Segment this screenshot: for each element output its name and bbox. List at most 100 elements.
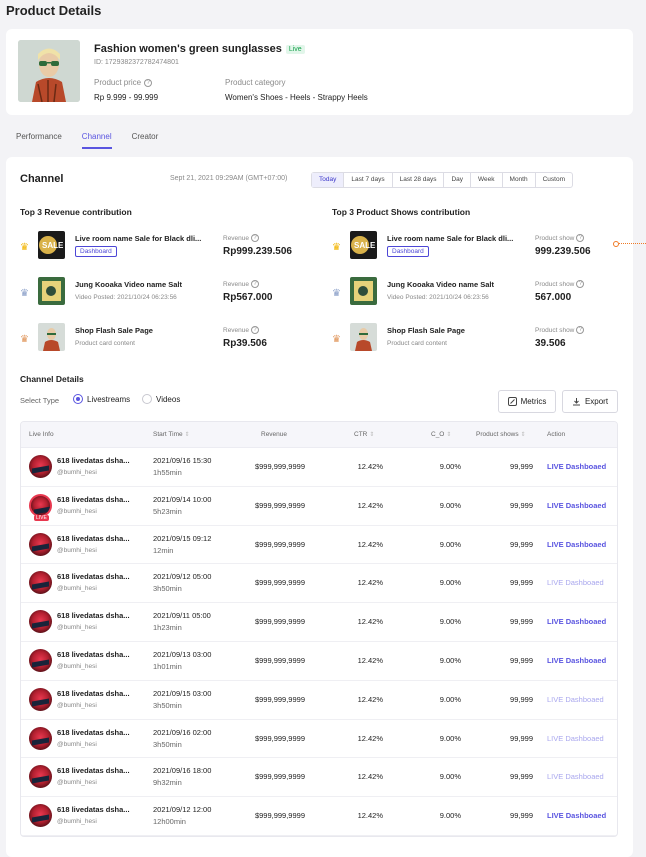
live-user: @bumhi_hesi <box>57 740 97 748</box>
svg-text:SALE: SALE <box>42 241 64 250</box>
help-icon[interactable]: ? <box>251 280 260 288</box>
help-icon[interactable]: ? <box>576 234 585 242</box>
radio-videos[interactable]: Videos <box>142 394 180 404</box>
avatar[interactable] <box>29 648 52 672</box>
live-dashboard-link[interactable]: LIVE Dashboaed <box>547 695 604 704</box>
dashboard-button[interactable]: Dashboard <box>387 246 429 257</box>
co-cell: 9.00% <box>439 772 461 782</box>
tab-creator[interactable]: Creator <box>132 132 159 149</box>
table-row: 618 livedatas dsha... @bumhi_hesi 2021/09/… <box>21 681 617 720</box>
radio-videos-label: Videos <box>156 394 181 404</box>
range-week[interactable]: Week <box>470 173 502 187</box>
live-user: @bumhi_hesi <box>57 507 97 515</box>
revenue-item-title: Shop Flash Sale Page <box>75 326 153 335</box>
bronze-crown-icon: ♛ <box>332 334 341 345</box>
live-dashboard-link[interactable]: LIVE Dashboaed <box>547 734 604 743</box>
export-label: Export <box>584 397 609 406</box>
live-dashboard-link[interactable]: LIVE Dashboaed <box>547 540 606 549</box>
start-date: 2021/09/11 05:00 <box>153 611 211 621</box>
live-dashboard-link[interactable]: LIVE Dashboaed <box>547 501 606 510</box>
date-range-selector: Today Last 7 days Last 28 days Day Week … <box>311 172 574 188</box>
range-last-28-days[interactable]: Last 28 days <box>391 173 444 187</box>
help-icon[interactable]: ? <box>576 326 585 334</box>
live-user: @bumhi_hesi <box>57 701 97 709</box>
revenue-item-title: Live room name Sale for Black dli... <box>75 234 202 243</box>
avatar[interactable] <box>29 532 52 556</box>
revenue-cell: $999,999,9999 <box>254 462 305 471</box>
metrics-button[interactable]: Metrics <box>498 390 556 413</box>
range-day[interactable]: Day <box>443 173 470 187</box>
help-icon[interactable]: ? <box>144 78 153 87</box>
shows-item: ♛ Jung Kooaka Video name Salt Video Post… <box>332 277 622 311</box>
avatar[interactable] <box>29 765 52 789</box>
duration: 3h50min <box>153 700 182 710</box>
live-dashboard-link[interactable]: LIVE Dashboaed <box>547 656 606 665</box>
revenue-label: Revenue? <box>223 234 260 242</box>
live-dashboard-link[interactable]: LIVE Dashboaed <box>547 772 604 781</box>
live-name: 618 livedatas dsha... <box>57 727 130 737</box>
col-revenue[interactable]: Revenue▲ <box>261 431 287 438</box>
live-dashboard-link[interactable]: LIVE Dashboaed <box>547 462 606 471</box>
product-shows-cell: 99,999 <box>510 811 533 821</box>
help-icon[interactable]: ? <box>576 280 585 288</box>
category-value: Women's Shoes - Heels - Strappy Heels <box>225 93 368 102</box>
avatar[interactable] <box>29 571 52 595</box>
export-button[interactable]: Export <box>562 390 618 413</box>
avatar[interactable] <box>29 726 52 750</box>
col-ctr[interactable]: CTR ⇕ <box>354 431 374 438</box>
product-show-value: 567.000 <box>535 292 572 303</box>
duration: 9h32min <box>153 778 182 788</box>
tab-bar: Performance Channel Creator <box>16 132 178 149</box>
avatar[interactable] <box>29 455 52 478</box>
metrics-icon <box>507 397 517 406</box>
col-co[interactable]: C_O ⇕ <box>431 431 451 438</box>
channel-title: Channel <box>20 173 64 185</box>
gold-crown-icon: ♛ <box>332 242 341 253</box>
live-dashboard-link[interactable]: LIVE Dashboaed <box>547 617 606 626</box>
sort-icon: ⇕ <box>446 432 452 438</box>
table-row: LIVE 618 livedatas dsha... @bumhi_hesi 2021… <box>21 487 617 526</box>
radio-livestreams[interactable]: Livestreams <box>73 394 130 404</box>
dashboard-button[interactable]: Dashboard <box>75 246 117 257</box>
tab-performance[interactable]: Performance <box>16 132 62 149</box>
avatar[interactable] <box>29 687 52 711</box>
live-name: 618 livedatas dsha... <box>57 611 130 621</box>
col-start-time[interactable]: Start Time ⇕ <box>153 431 190 438</box>
col-product-shows[interactable]: Product shows ⇕ <box>476 431 526 438</box>
start-date: 2021/09/16 18:00 <box>153 766 212 776</box>
col-revenue-label: Revenue <box>261 431 288 438</box>
range-last-7-days[interactable]: Last 7 days <box>343 173 391 187</box>
live-badge: Live <box>285 44 305 54</box>
live-dashboard-link[interactable]: LIVE Dashboaed <box>547 811 606 820</box>
table-row: 618 livedatas dsha... @bumhi_hesi 2021/09/… <box>21 526 617 565</box>
start-date: 2021/09/14 10:00 <box>153 494 212 504</box>
product-show-label-text: Product show <box>535 326 575 334</box>
live-dashboard-link[interactable]: LIVE Dashboaed <box>547 578 604 587</box>
co-cell: 9.00% <box>439 617 461 627</box>
avatar[interactable] <box>29 610 52 634</box>
live-user: @bumhi_hesi <box>57 624 97 632</box>
duration: 3h50min <box>153 739 182 749</box>
revenue-cell: $999,999,9999 <box>254 694 305 704</box>
range-month[interactable]: Month <box>501 173 535 187</box>
revenue-value: Rp39.506 <box>223 338 267 349</box>
shows-item: ♛ SALE Live room name Sale for Black dli… <box>332 231 622 265</box>
avatar[interactable] <box>29 804 52 828</box>
col-co-label: C_O <box>431 431 445 438</box>
ctr-cell: 12.42% <box>357 772 383 782</box>
co-cell: 9.00% <box>439 539 461 549</box>
revenue-label-text: Revenue <box>223 326 250 334</box>
tab-channel[interactable]: Channel <box>81 132 112 149</box>
table-row: 618 livedatas dsha... @bumhi_hesi 2021/09/… <box>21 448 617 487</box>
duration: 1h55min <box>153 468 182 477</box>
product-image <box>18 40 80 102</box>
avatar[interactable] <box>29 493 52 517</box>
product-shows-cell: 99,999 <box>510 694 533 704</box>
range-custom[interactable]: Custom <box>534 173 572 187</box>
channel-card: Channel Sept 21, 2021 09:29AM (GMT+07:00… <box>6 157 633 857</box>
help-icon[interactable]: ? <box>251 326 260 334</box>
help-icon[interactable]: ? <box>251 234 260 242</box>
live-user: @bumhi_hesi <box>57 662 97 670</box>
range-today[interactable]: Today <box>312 173 344 187</box>
ctr-cell: 12.42% <box>357 811 383 821</box>
